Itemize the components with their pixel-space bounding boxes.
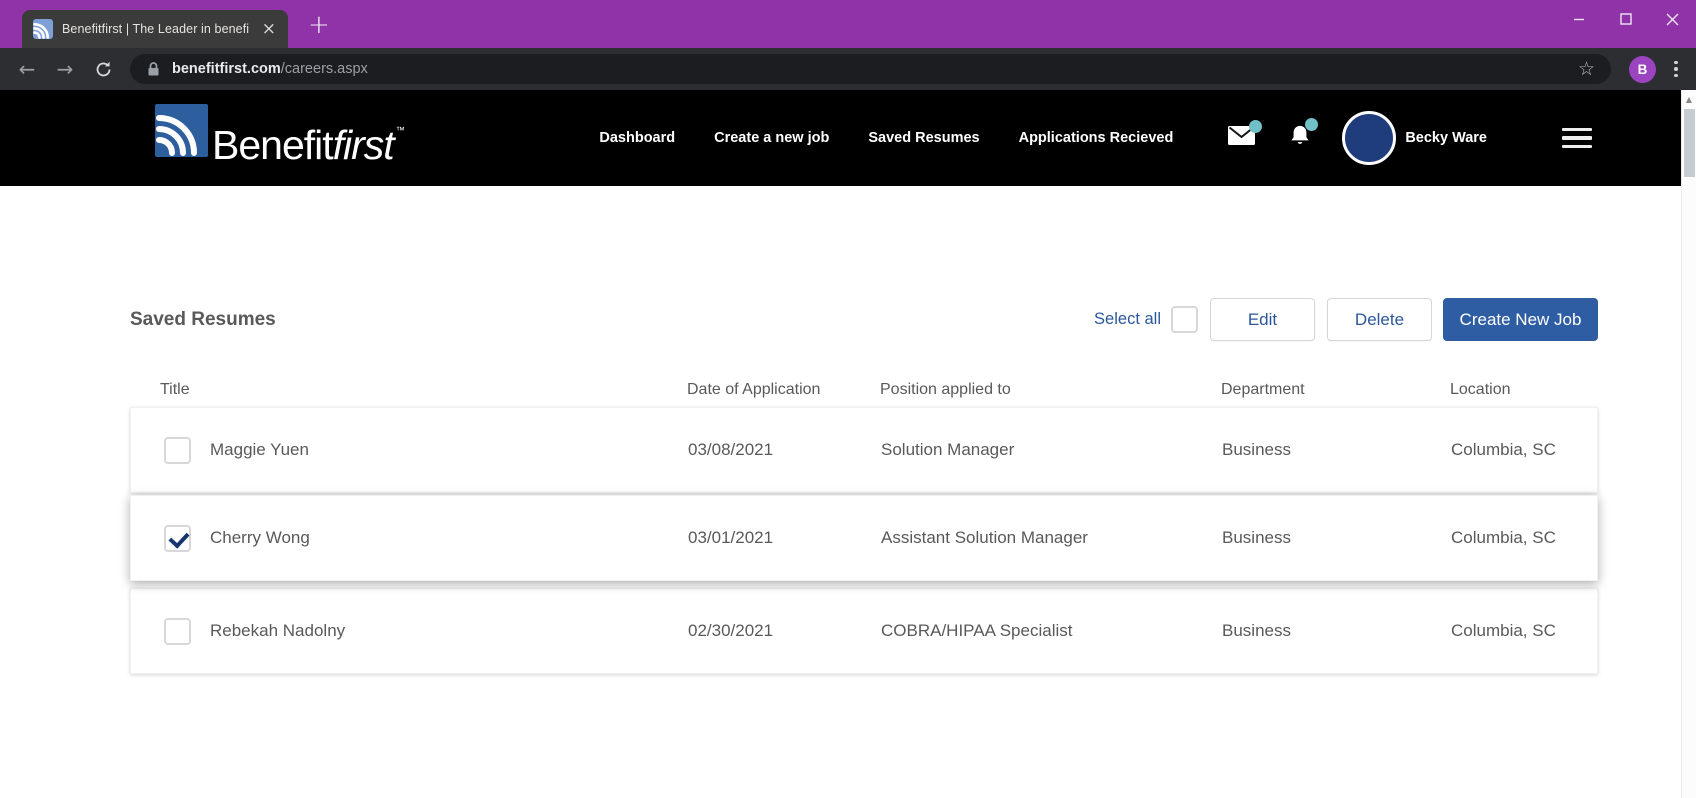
select-all-checkbox[interactable] [1171,306,1198,333]
lock-icon [148,62,159,76]
mail-notification-dot [1249,120,1263,133]
row-location: Columbia, SC [1451,440,1556,459]
reload-button[interactable] [86,52,120,86]
nav-saved-resumes[interactable]: Saved Resumes [868,130,979,146]
nav-create-new-job[interactable]: Create a new job [714,130,829,146]
table-row[interactable]: Rebekah Nadolny 02/30/2021 COBRA/HIPAA S… [130,588,1598,674]
nav-applications-received[interactable]: Applications Recieved [1019,130,1174,146]
table-header-row: Title Date of Application Position appli… [130,381,1598,399]
row-title: Maggie Yuen [210,440,309,459]
resume-rows: Maggie Yuen 03/08/2021 Solution Manager … [130,407,1598,674]
bell-notification-dot [1305,118,1319,131]
row-title: Cherry Wong [210,528,310,547]
column-header-date: Date of Application [687,381,821,398]
table-row[interactable]: Maggie Yuen 03/08/2021 Solution Manager … [130,407,1598,493]
brand-name: Benefitfirst ™ [212,122,405,168]
trademark: ™ [395,125,405,135]
browser-tab[interactable]: Benefitfirst | The Leader in benefi × [22,10,288,48]
main-content: Saved Resumes Select all Edit Delete Cre… [0,298,1696,674]
browser-menu-icon[interactable] [1666,57,1686,82]
row-position: Solution Manager [881,440,1015,459]
hamburger-menu-icon[interactable] [1562,127,1592,149]
browser-toolbar: ← → benefitfirst.com /careers.aspx ☆ B [0,48,1696,90]
column-header-location: Location [1450,381,1511,398]
browser-titlebar: Benefitfirst | The Leader in benefi × + [0,0,1696,48]
delete-button[interactable]: Delete [1327,298,1432,341]
row-date: 03/01/2021 [688,528,774,547]
benefitfirst-favicon [33,19,53,39]
scrollbar-thumb[interactable] [1684,109,1695,177]
site-header: Benefitfirst ™ Dashboard Create a new job… [0,90,1681,186]
row-checkbox[interactable] [164,436,191,464]
tab-close-icon[interactable]: × [260,20,278,38]
user-avatar[interactable] [1342,111,1397,165]
header-icons: Becky Ware [1228,111,1592,165]
tab-title: Benefitfirst | The Leader in benefi [62,22,250,36]
notifications-button[interactable] [1289,118,1319,152]
forward-button[interactable]: → [48,52,82,86]
select-all-label: Select all [1094,310,1161,328]
page-title: Saved Resumes [130,308,276,330]
new-tab-button[interactable]: + [308,12,330,38]
row-checkbox[interactable] [164,524,191,552]
web-page: ▲ Benefitfirst ™ Dashboard Create a new … [0,90,1696,798]
browser-profile-avatar[interactable]: B [1629,55,1656,83]
row-date: 03/08/2021 [688,440,774,459]
table-row[interactable]: Cherry Wong 03/01/2021 Assistant Solutio… [130,495,1598,581]
nav-dashboard[interactable]: Dashboard [599,130,675,146]
edit-button[interactable]: Edit [1210,298,1315,341]
minimize-button[interactable] [1555,0,1602,38]
back-button[interactable]: ← [10,52,44,86]
benefitfirst-logo-icon [155,104,208,157]
bookmark-star-icon[interactable]: ☆ [1578,58,1595,80]
row-date: 02/30/2021 [688,621,774,640]
url-path: /careers.aspx [280,61,368,77]
column-header-position: Position applied to [880,381,1011,398]
maximize-button[interactable] [1602,0,1649,38]
benefitfirst-logo[interactable]: Benefitfirst ™ [155,104,405,172]
row-department: Business [1222,528,1291,547]
row-department: Business [1222,621,1291,640]
column-header-title: Title [160,381,190,398]
address-bar[interactable]: benefitfirst.com /careers.aspx ☆ [130,54,1611,84]
page-scrollbar[interactable]: ▲ [1681,90,1696,798]
row-position: Assistant Solution Manager [881,528,1088,547]
row-title: Rebekah Nadolny [210,621,346,640]
window-controls [1555,0,1696,38]
table-controls: Select all Edit Delete Create New Job [1094,298,1598,341]
create-new-job-button[interactable]: Create New Job [1443,298,1598,341]
site-nav: Dashboard Create a new job Saved Resumes… [599,130,1173,146]
scrollbar-up-icon[interactable]: ▲ [1682,90,1696,104]
row-location: Columbia, SC [1451,621,1556,640]
browser-window: Benefitfirst | The Leader in benefi × + … [0,0,1696,798]
row-checkbox[interactable] [164,617,191,645]
row-position: COBRA/HIPAA Specialist [881,621,1073,640]
row-department: Business [1222,440,1291,459]
user-name: Becky Ware [1405,130,1487,146]
url-domain: benefitfirst.com [172,61,281,77]
messages-button[interactable] [1228,120,1263,150]
close-button[interactable] [1649,0,1696,38]
column-header-department: Department [1221,381,1305,398]
row-location: Columbia, SC [1451,528,1556,547]
